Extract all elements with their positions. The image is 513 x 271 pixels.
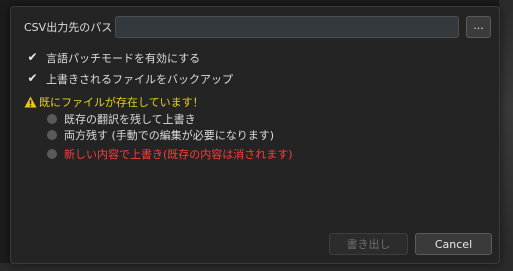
cancel-button[interactable]: Cancel [415, 233, 492, 255]
csv-path-input[interactable] [115, 16, 459, 38]
radio-keep-both[interactable]: 両方残す (手動での編集が必要になります) [47, 127, 274, 142]
checkbox-checked-icon[interactable]: ✔ [27, 72, 38, 84]
warning-text: 既にファイルが存在しています！ [39, 95, 204, 109]
file-exists-warning: 既にファイルが存在しています！ [24, 94, 204, 109]
radio-keep-translation[interactable]: 既存の翻訳を残して上書き [47, 111, 196, 126]
radio-keep-translation-label: 既存の翻訳を残して上書き [64, 112, 196, 126]
language-patch-option[interactable]: ✔ 言語パッチモードを有効にする [27, 50, 200, 65]
backup-label: 上書きされるファイルをバックアップ [46, 72, 233, 86]
background-window-edge [499, 0, 513, 271]
page: CSV出力先のパス ... ✔ 言語パッチモードを有効にする ✔ 上書きされるフ… [0, 0, 513, 271]
radio-button-icon[interactable] [47, 148, 57, 159]
csv-export-dialog: CSV出力先のパス ... ✔ 言語パッチモードを有効にする ✔ 上書きされるフ… [10, 6, 500, 264]
export-button[interactable]: 書き出し [329, 233, 408, 255]
radio-button-icon[interactable] [47, 113, 57, 124]
background-window-bottom [0, 263, 513, 271]
radio-overwrite-label: 新しい内容で上書き(既存の内容は消されます) [64, 147, 293, 161]
warning-icon [24, 96, 37, 107]
browse-button[interactable]: ... [466, 16, 491, 38]
radio-overwrite[interactable]: 新しい内容で上書き(既存の内容は消されます) [47, 146, 293, 161]
checkbox-checked-icon[interactable]: ✔ [27, 51, 38, 63]
radio-button-icon[interactable] [47, 129, 57, 140]
radio-keep-both-label: 両方残す (手動での編集が必要になります) [64, 128, 275, 142]
backup-option[interactable]: ✔ 上書きされるファイルをバックアップ [27, 71, 233, 86]
csv-path-label: CSV出力先のパス [24, 21, 113, 34]
language-patch-label: 言語パッチモードを有効にする [46, 51, 201, 65]
